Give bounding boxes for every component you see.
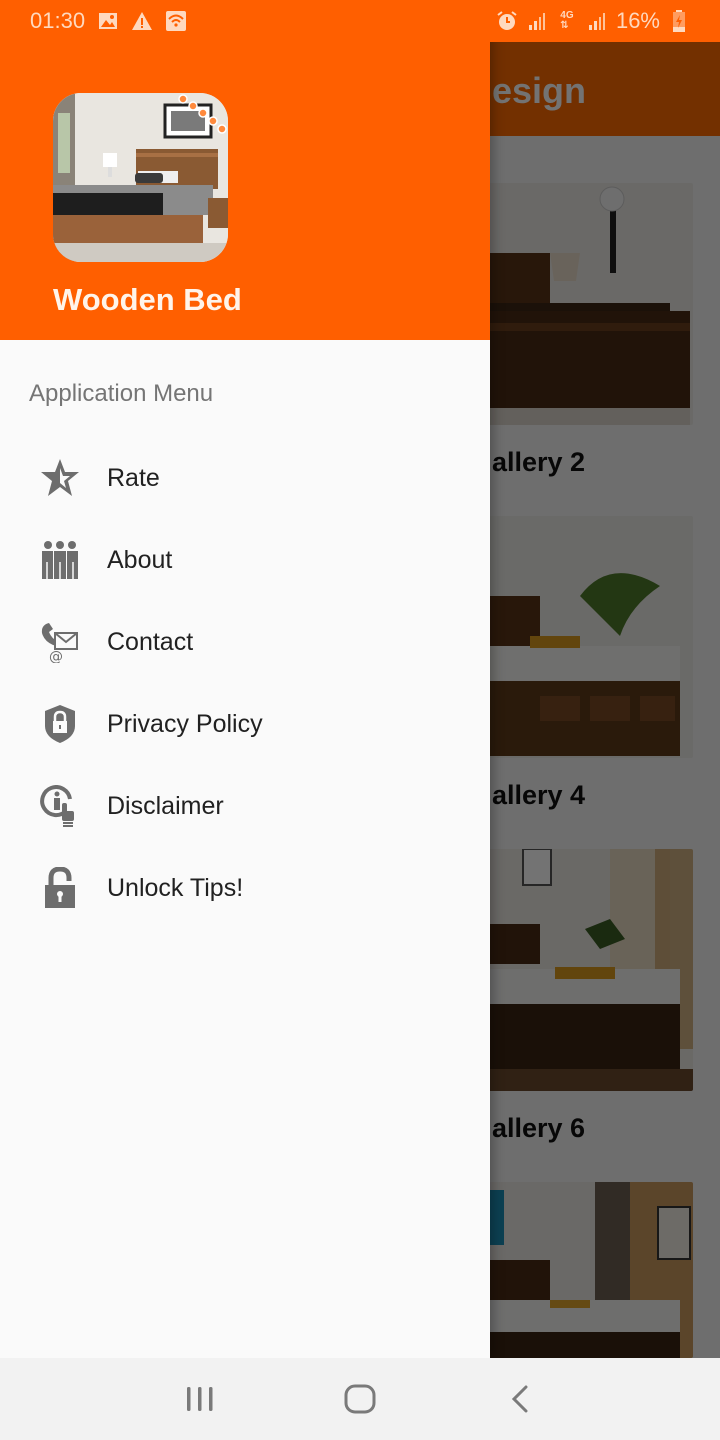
menu-item-about[interactable]: About [0, 519, 490, 601]
gallery-icon [97, 11, 119, 31]
team-icon [38, 538, 82, 582]
menu-item-privacy-policy[interactable]: Privacy Policy [0, 683, 490, 765]
warning-icon [131, 11, 153, 31]
4g-data-icon: 4G ⇅ [560, 10, 574, 31]
battery-charging-icon [668, 10, 690, 32]
menu-item-label: Rate [107, 463, 160, 492]
contact-icon: @ [38, 620, 82, 664]
back-button[interactable] [490, 1369, 550, 1429]
app-logo [53, 93, 228, 262]
star-icon [38, 456, 82, 500]
menu-item-unlock-tips[interactable]: Unlock Tips! [0, 847, 490, 929]
menu-item-label: About [107, 545, 173, 574]
signal-icon [586, 11, 608, 31]
menu-section-title: Application Menu [29, 380, 214, 407]
home-icon [344, 1384, 376, 1414]
menu-item-label: Unlock Tips! [107, 873, 244, 902]
back-icon [511, 1385, 528, 1413]
shield-lock-icon [38, 702, 82, 746]
wifi-calling-icon [165, 11, 187, 31]
menu-item-contact[interactable]: @ Contact [0, 601, 490, 683]
drawer-header: Wooden Bed [0, 0, 490, 340]
info-touch-icon [38, 784, 82, 828]
system-nav-bar [0, 1358, 720, 1440]
recents-button[interactable] [170, 1369, 230, 1429]
menu-item-disclaimer[interactable]: Disclaimer [0, 765, 490, 847]
menu-item-label: Contact [107, 627, 194, 656]
menu-item-rate[interactable]: Rate [0, 437, 490, 519]
clock: 01:30 [30, 8, 86, 33]
menu-item-label: Privacy Policy [107, 709, 263, 738]
battery-percent: 16% [615, 8, 660, 33]
menu-list: Rate About @ Contact Privacy Policy Disc… [0, 437, 490, 929]
menu-item-label: Disclaimer [107, 791, 224, 820]
svg-text:@: @ [49, 649, 63, 663]
signal-icon [526, 11, 548, 31]
navigation-drawer: Wooden Bed Application Menu Rate About @… [0, 0, 490, 1358]
recents-icon [187, 1387, 213, 1411]
app-name: Wooden Bed [53, 282, 242, 317]
status-bar: 01:30 4G ⇅ 16% [0, 0, 720, 42]
unlock-icon [38, 866, 82, 910]
home-button[interactable] [330, 1369, 390, 1429]
alarm-icon [496, 11, 518, 31]
